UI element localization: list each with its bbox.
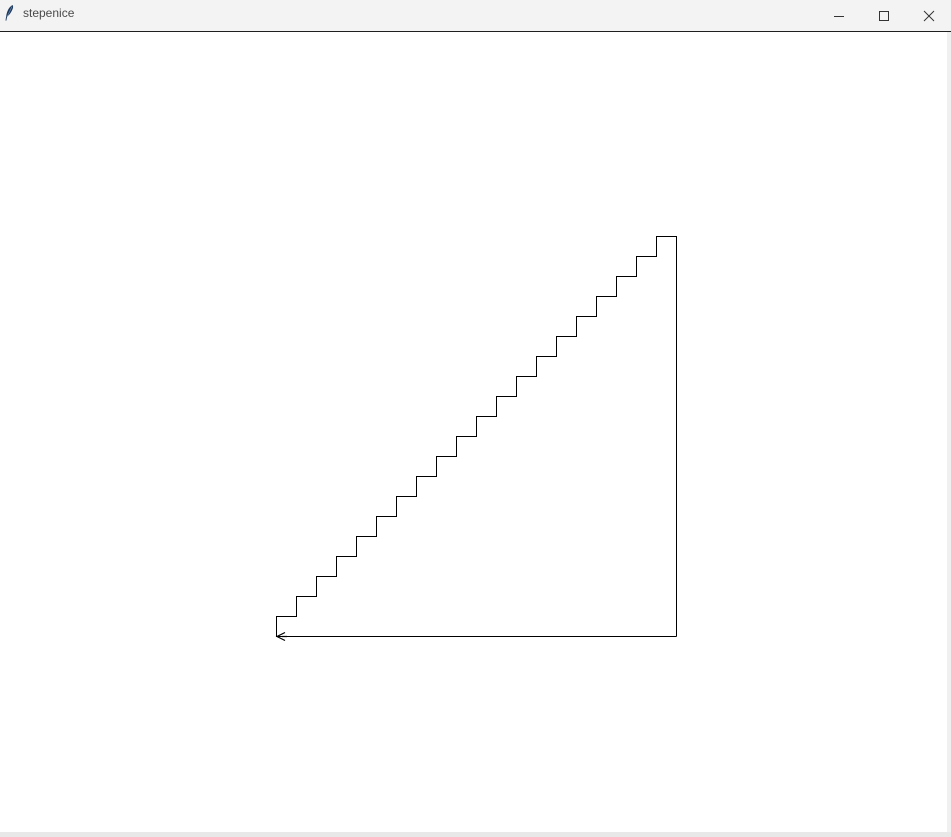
close-button[interactable] xyxy=(906,0,951,31)
close-icon xyxy=(923,10,934,21)
bottom-border xyxy=(0,832,951,837)
maximize-button[interactable] xyxy=(861,0,906,31)
minimize-icon xyxy=(833,15,844,17)
app-window: stepenice xyxy=(0,0,951,837)
minimize-button[interactable] xyxy=(816,0,861,31)
stairs-drawing xyxy=(275,236,677,642)
maximize-icon xyxy=(878,10,889,21)
drawing-canvas[interactable] xyxy=(0,32,951,832)
right-border xyxy=(947,32,951,837)
feather-icon xyxy=(3,4,15,22)
window-title: stepenice xyxy=(23,6,75,20)
title-bar[interactable]: stepenice xyxy=(0,0,951,32)
staircase-outline xyxy=(276,236,677,637)
